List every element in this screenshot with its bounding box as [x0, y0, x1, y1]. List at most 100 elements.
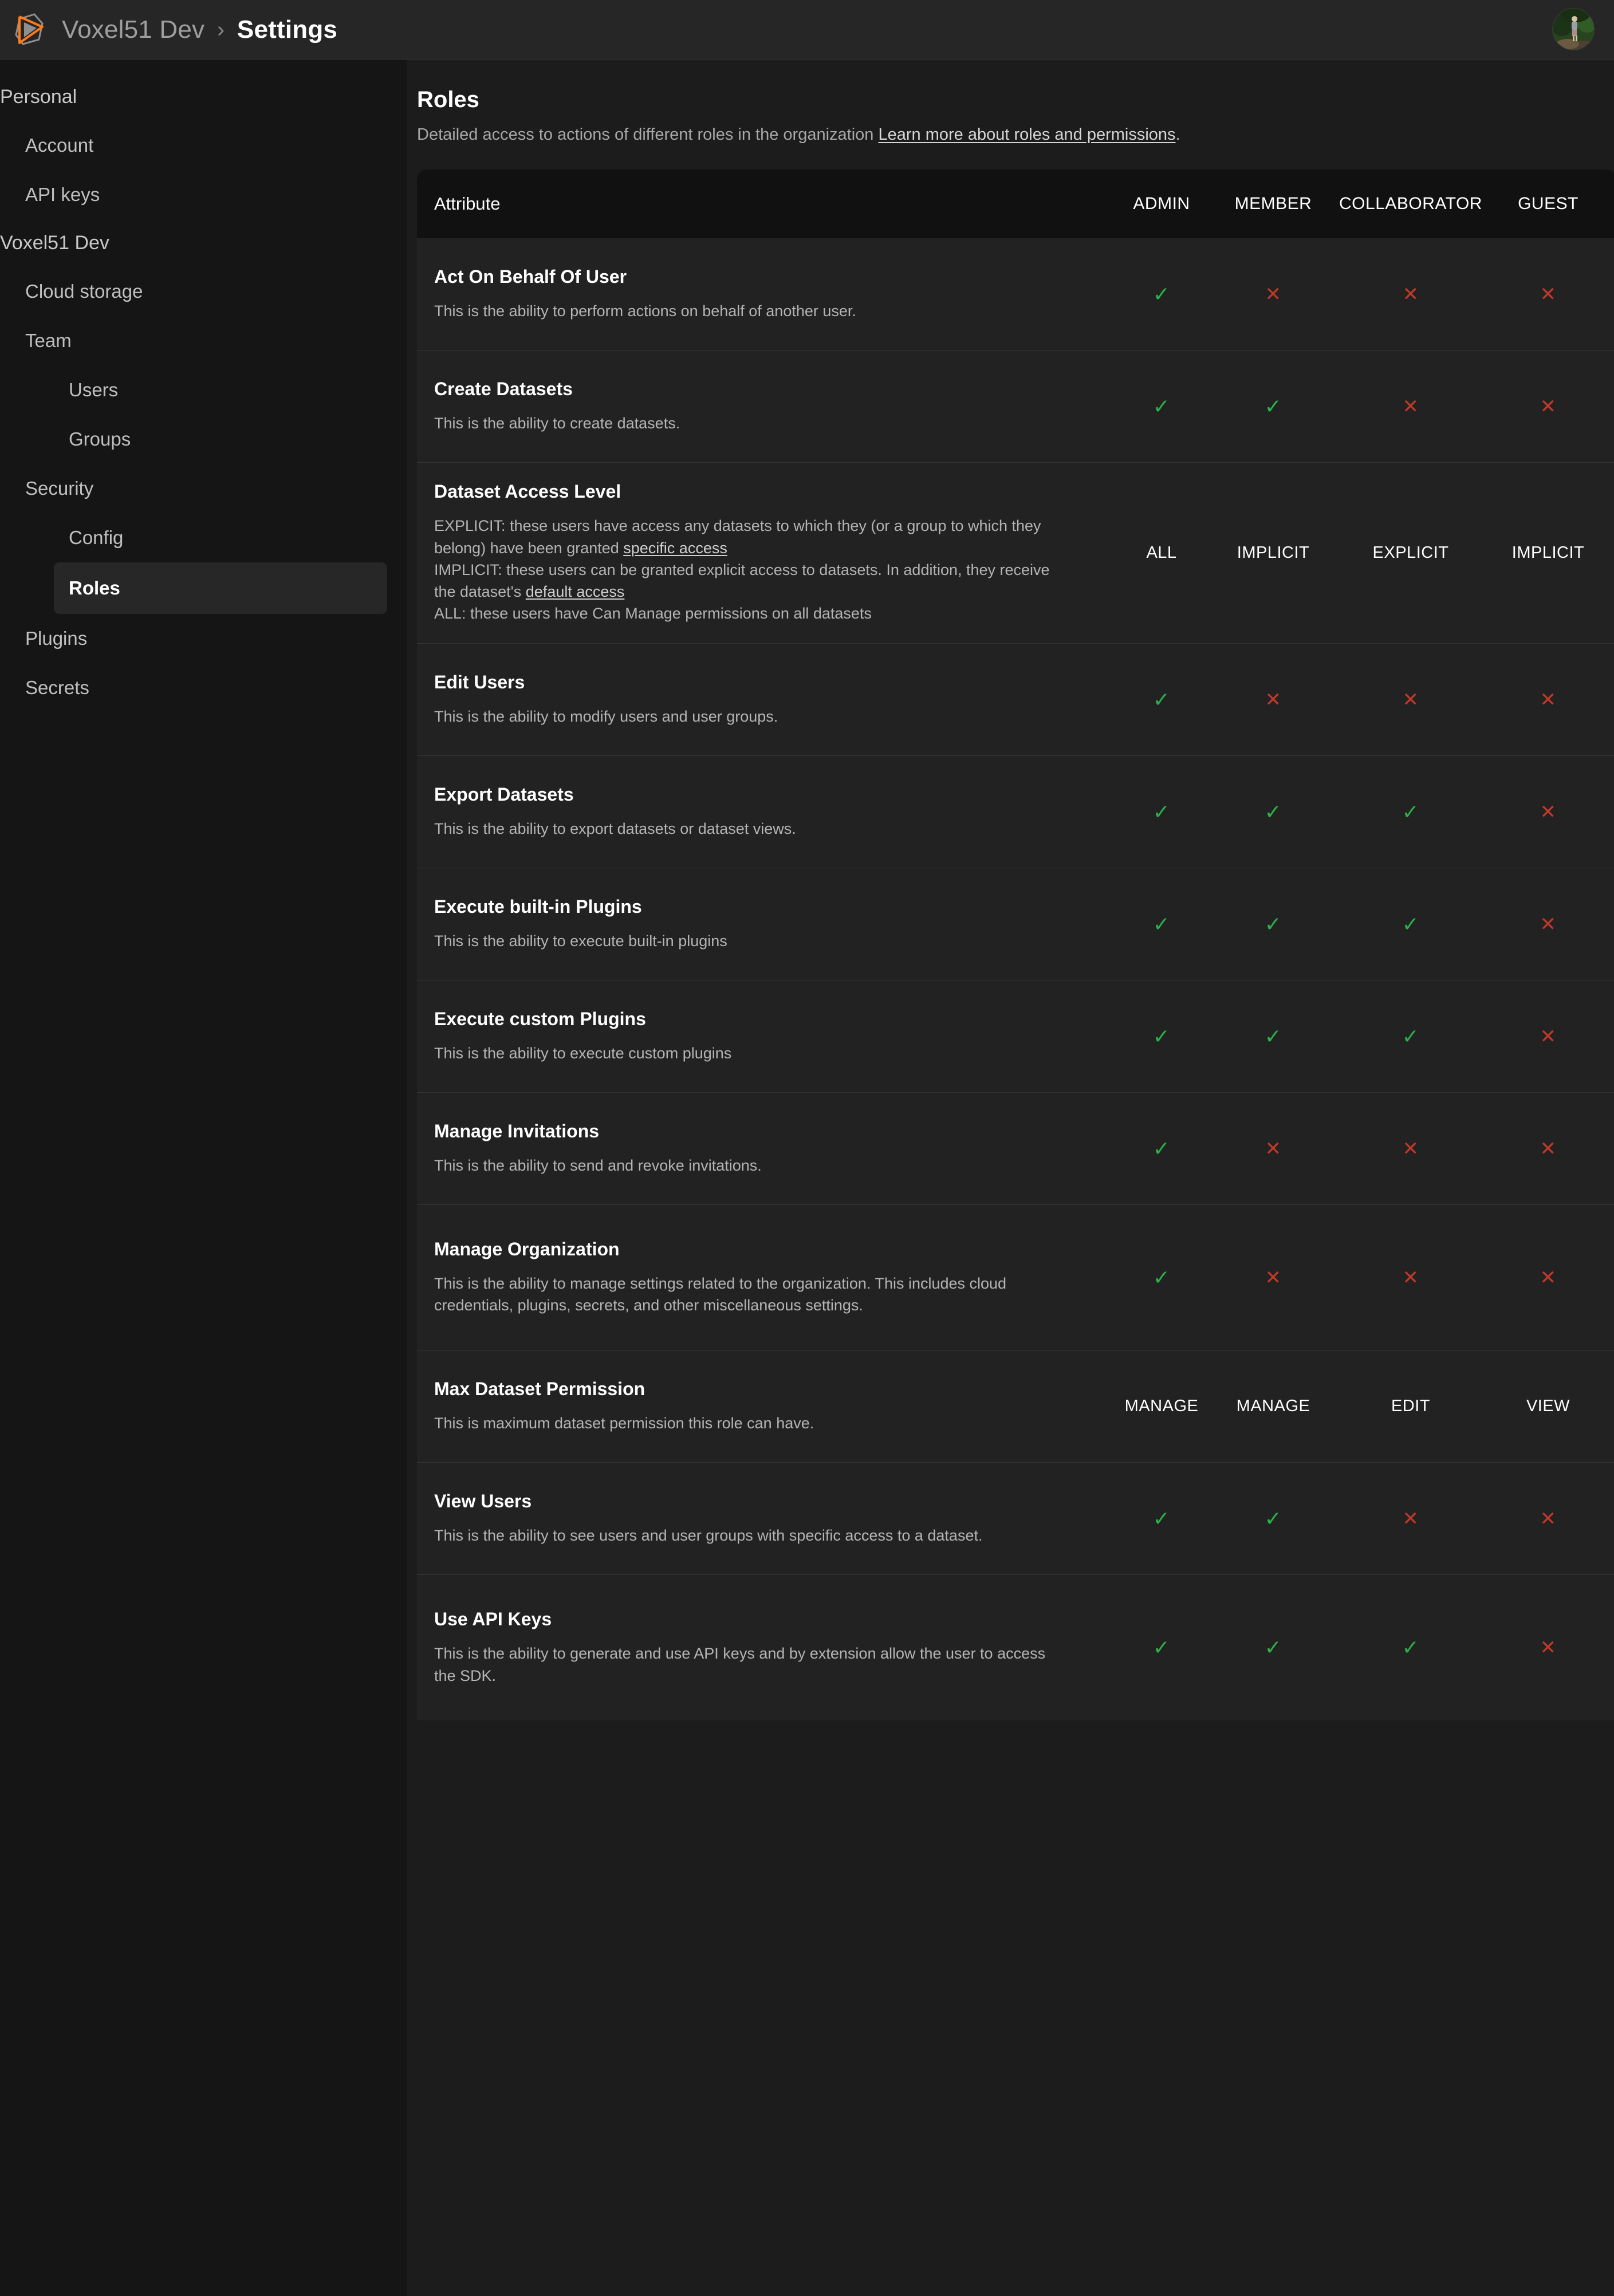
column-header-collaborator: COLLABORATOR [1339, 194, 1482, 213]
cross-icon-guest: ✕ [1540, 1137, 1557, 1160]
sidebar-section-personal: Personal Account API keys [0, 73, 407, 219]
attribute-cell: Act On Behalf Of User This is the ability… [417, 266, 1104, 322]
check-icon-collaborator: ✓ [1402, 1636, 1420, 1659]
check-icon-collaborator: ✓ [1402, 912, 1420, 936]
value-member: IMPLICIT [1237, 544, 1310, 562]
check-icon-admin: ✓ [1152, 1506, 1171, 1530]
table-header-row: Attribute ADMIN MEMBER COLLABORATOR GUES… [417, 170, 1614, 238]
check-icon-collaborator: ✓ [1402, 1024, 1420, 1048]
attribute-cell: Manage Organization This is the ability t… [417, 1239, 1104, 1317]
table-row: Manage Invitations This is the ability to… [417, 1093, 1614, 1205]
main-content: Roles Detailed access to actions of diff… [407, 60, 1614, 2296]
attribute-title: Dataset Access Level [434, 481, 621, 502]
cross-icon-guest: ✕ [1540, 688, 1557, 711]
cross-icon-collaborator: ✕ [1402, 395, 1419, 418]
attribute-cell: Export Datasets This is the ability to ex… [417, 784, 1104, 840]
attribute-title: Edit Users [434, 671, 525, 692]
check-icon-admin: ✓ [1152, 912, 1171, 936]
inline-link[interactable]: specific access [623, 539, 727, 557]
breadcrumb: Voxel51 Dev › Settings [62, 15, 337, 44]
sidebar-item-config[interactable]: Config [69, 513, 407, 562]
cross-icon-collaborator: ✕ [1402, 1507, 1419, 1530]
cross-icon-guest: ✕ [1540, 1025, 1557, 1047]
value-guest: VIEW [1526, 1397, 1570, 1415]
sidebar-item-plugins[interactable]: Plugins [25, 614, 407, 663]
attribute-title: Manage Invitations [434, 1120, 600, 1141]
table-row: View Users This is the ability to see use… [417, 1463, 1614, 1575]
check-icon-member: ✓ [1264, 800, 1282, 824]
attribute-description: This is the ability to export datasets o… [434, 820, 796, 837]
sidebar-item-api-keys[interactable]: API keys [25, 170, 407, 219]
page-subtitle-tail: . [1175, 125, 1180, 144]
table-row: Use API Keys This is the ability to gener… [417, 1575, 1614, 1720]
table-row: Edit Users This is the ability to modify … [417, 644, 1614, 756]
cross-icon-guest: ✕ [1540, 1266, 1557, 1289]
table-row: Manage Organization This is the ability t… [417, 1205, 1614, 1350]
table-row: Export Datasets This is the ability to ex… [417, 756, 1614, 868]
cross-icon-guest: ✕ [1540, 395, 1557, 418]
check-icon-member: ✓ [1264, 912, 1282, 936]
table-body: Act On Behalf Of User This is the ability… [417, 238, 1614, 1720]
sidebar-section-label-voxel51-dev: Voxel51 Dev [0, 232, 109, 254]
check-icon-admin: ✓ [1152, 800, 1171, 824]
cross-icon-collaborator: ✕ [1402, 688, 1419, 711]
attribute-description: This is the ability to manage settings r… [434, 1274, 1007, 1314]
check-icon-admin: ✓ [1152, 1136, 1171, 1160]
sidebar-item-users[interactable]: Users [69, 365, 407, 415]
column-header-member: MEMBER [1234, 194, 1312, 213]
sidebar-item-cloud-storage[interactable]: Cloud storage [25, 267, 407, 316]
value-admin: MANAGE [1124, 1397, 1199, 1415]
breadcrumb-org[interactable]: Voxel51 Dev [62, 15, 204, 44]
voxel51-logo-icon[interactable] [9, 10, 49, 50]
attribute-description: This is the ability to modify users and … [434, 707, 778, 725]
attribute-description: This is the ability to execute custom pl… [434, 1044, 732, 1062]
top-bar: Voxel51 Dev › Settings [0, 0, 1614, 60]
table-row: Create Datasets This is the ability to cr… [417, 350, 1614, 463]
cross-icon-collaborator: ✕ [1402, 283, 1419, 305]
value-admin: ALL [1146, 544, 1177, 562]
attribute-description: This is the ability to perform actions o… [434, 302, 856, 320]
check-icon-admin: ✓ [1152, 1636, 1171, 1659]
value-guest: IMPLICIT [1511, 544, 1585, 562]
sidebar: Personal Account API keys Voxel51 Dev Cl… [0, 60, 407, 2296]
avatar[interactable] [1552, 8, 1595, 50]
value-collaborator: EXPLICIT [1372, 544, 1449, 562]
check-icon-admin: ✓ [1152, 1265, 1171, 1289]
attribute-description: This is maximum dataset permission this … [434, 1414, 814, 1432]
attribute-description: This is the ability to create datasets. [434, 414, 680, 432]
column-header-attribute: Attribute [434, 194, 501, 214]
page-title: Roles [417, 87, 479, 112]
sidebar-item-roles[interactable]: Roles [54, 562, 387, 614]
attribute-cell: Execute built-in Plugins This is the abil… [417, 896, 1104, 952]
table-row: Max Dataset Permission This is maximum da… [417, 1350, 1614, 1463]
check-icon-member: ✓ [1264, 394, 1282, 418]
attribute-cell: Use API Keys This is the ability to gener… [417, 1609, 1104, 1687]
attribute-cell: Create Datasets This is the ability to cr… [417, 379, 1104, 434]
sidebar-item-secrets[interactable]: Secrets [25, 663, 407, 712]
attribute-title: Act On Behalf Of User [434, 266, 627, 287]
sidebar-item-groups[interactable]: Groups [69, 415, 407, 464]
check-icon-admin: ✓ [1152, 1024, 1171, 1048]
attribute-title: Manage Organization [434, 1238, 620, 1259]
sidebar-item-team[interactable]: Team [25, 316, 407, 365]
inline-link[interactable]: default access [526, 583, 625, 600]
sidebar-item-account[interactable]: Account [25, 121, 407, 170]
attribute-cell: Dataset Access Level EXPLICIT: these user… [417, 481, 1104, 625]
attribute-description: This is the ability to send and revoke i… [434, 1156, 762, 1174]
page-subtitle-text: Detailed access to actions of different … [417, 125, 879, 144]
attribute-description: This is the ability to generate and use … [434, 1645, 1046, 1684]
column-header-admin: ADMIN [1133, 194, 1190, 213]
check-icon-member: ✓ [1264, 1024, 1282, 1048]
attribute-description: EXPLICIT: these users have access any da… [434, 517, 1050, 623]
cross-icon-guest: ✕ [1540, 283, 1557, 305]
check-icon-collaborator: ✓ [1402, 800, 1420, 824]
attribute-title: Execute built-in Plugins [434, 896, 642, 917]
attribute-cell: Execute custom Plugins This is the abilit… [417, 1009, 1104, 1064]
sidebar-item-security[interactable]: Security [25, 464, 407, 513]
learn-more-link[interactable]: Learn more about roles and permissions [879, 125, 1176, 144]
table-row: Dataset Access Level EXPLICIT: these user… [417, 463, 1614, 644]
cross-icon-member: ✕ [1265, 688, 1282, 711]
column-header-guest: GUEST [1518, 194, 1578, 213]
cross-icon-member: ✕ [1265, 1266, 1282, 1289]
table-row: Execute custom Plugins This is the abilit… [417, 980, 1614, 1093]
